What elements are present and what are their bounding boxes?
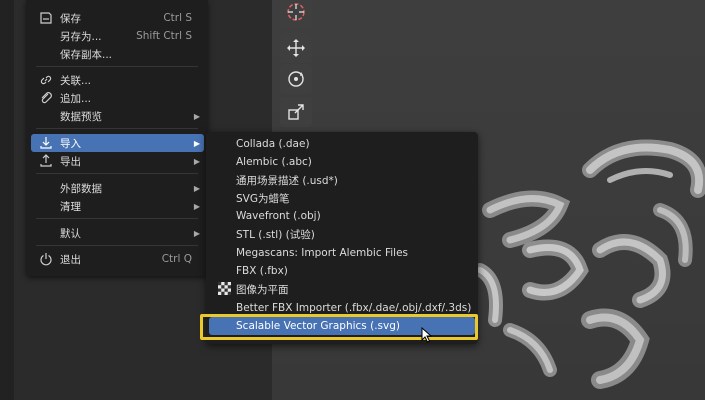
- submenu-arrow-icon: ▶: [193, 138, 200, 148]
- menu-item-label: 导出: [60, 155, 81, 168]
- import-alembic[interactable]: Alembic (.abc): [209, 153, 475, 171]
- checker-image-icon: [218, 282, 231, 295]
- menu-item-save-as[interactable]: 另存为... Shift Ctrl S: [31, 27, 204, 45]
- menu-item-label: 保存: [60, 12, 81, 25]
- menu-item-save-copy[interactable]: 保存副本...: [31, 45, 204, 63]
- power-icon: [36, 252, 56, 266]
- submenu-item-label: Alembic (.abc): [236, 156, 312, 168]
- import-stl[interactable]: STL (.stl) (试验): [209, 225, 475, 243]
- import-wavefront[interactable]: Wavefront (.obj): [209, 207, 475, 225]
- menu-separator: [36, 173, 198, 174]
- submenu-arrow-icon: ▶: [193, 183, 200, 193]
- submenu-item-label: Megascans: Import Alembic Files: [236, 247, 409, 259]
- submenu-arrow-icon: ▶: [193, 111, 200, 121]
- highlight-annotation-box: [200, 314, 478, 340]
- menu-item-label: 外部数据: [60, 182, 102, 195]
- left-edge-strip: [0, 0, 14, 400]
- menu-item-label: 导入: [60, 137, 81, 150]
- submenu-item-label: STL (.stl) (试验): [236, 228, 315, 241]
- menu-item-quit[interactable]: 退出 Ctrl Q: [31, 250, 204, 268]
- move-tool-button[interactable]: [280, 33, 312, 63]
- rotate-tool-button[interactable]: [280, 64, 312, 94]
- submenu-item-label: 通用场景描述 (.usd*): [236, 174, 338, 187]
- import-images-as-planes[interactable]: 图像为平面: [209, 280, 475, 298]
- save-icon: [36, 11, 56, 25]
- menu-item-shortcut: Ctrl Q: [161, 253, 192, 265]
- scale-tool-button[interactable]: [280, 97, 312, 127]
- cursor-tool-button[interactable]: [280, 0, 312, 27]
- submenu-arrow-icon: ▶: [193, 156, 200, 166]
- menu-separator: [36, 245, 198, 246]
- menu-item-label: 另存为...: [60, 30, 102, 43]
- export-icon: [36, 154, 56, 168]
- import-icon: [36, 136, 56, 150]
- menu-item-link[interactable]: 关联...: [31, 71, 204, 89]
- submenu-item-label: SVG为蜡笔: [236, 192, 290, 205]
- menu-item-label: 保存副本...: [60, 48, 113, 61]
- menu-item-defaults[interactable]: 默认 ▶: [31, 224, 204, 242]
- menu-item-label: 默认: [60, 227, 81, 240]
- file-menu: 保存 Ctrl S 另存为... Shift Ctrl S 保存副本... 关联…: [26, 0, 208, 276]
- rotate-icon: [288, 71, 304, 87]
- scale-icon: [288, 104, 304, 120]
- menu-item-append[interactable]: 追加...: [31, 89, 204, 107]
- submenu-item-label: Collada (.dae): [236, 138, 310, 150]
- mouse-cursor-icon: [421, 327, 433, 343]
- submenu-item-label: FBX (.fbx): [236, 265, 288, 277]
- menu-item-external-data[interactable]: 外部数据 ▶: [31, 179, 204, 197]
- link-icon: [36, 73, 56, 87]
- import-usd[interactable]: 通用场景描述 (.usd*): [209, 171, 475, 189]
- move-icon: [287, 39, 305, 57]
- menu-item-clean-up[interactable]: 清理 ▶: [31, 197, 204, 215]
- append-icon: [36, 91, 56, 105]
- 3d-model-shapes: [473, 139, 705, 389]
- import-fbx[interactable]: FBX (.fbx): [209, 262, 475, 280]
- menu-item-import[interactable]: 导入 ▶: [31, 134, 204, 152]
- menu-item-data-preview[interactable]: 数据预览 ▶: [31, 107, 204, 125]
- menu-item-label: 关联...: [60, 74, 92, 87]
- submenu-item-label: Better FBX Importer (.fbx/.dae/.obj/.dxf…: [236, 302, 472, 314]
- submenu-arrow-icon: ▶: [193, 228, 200, 238]
- menu-item-label: 追加...: [60, 92, 92, 105]
- submenu-arrow-icon: ▶: [193, 201, 200, 211]
- menu-separator: [36, 218, 198, 219]
- menu-item-label: 数据预览: [60, 110, 102, 123]
- submenu-item-label: 图像为平面: [236, 283, 289, 296]
- import-megascans-alembic[interactable]: Megascans: Import Alembic Files: [209, 244, 475, 262]
- menu-item-shortcut: Ctrl S: [163, 12, 192, 24]
- menu-item-save[interactable]: 保存 Ctrl S: [31, 9, 204, 27]
- cursor-target-icon: [287, 3, 305, 21]
- menu-separator: [36, 128, 198, 129]
- import-svg-grease-pencil[interactable]: SVG为蜡笔: [209, 189, 475, 207]
- menu-separator: [36, 66, 198, 67]
- menu-item-shortcut: Shift Ctrl S: [136, 30, 192, 42]
- import-collada[interactable]: Collada (.dae): [209, 135, 475, 153]
- import-submenu: Collada (.dae) Alembic (.abc) 通用场景描述 (.u…: [206, 132, 478, 344]
- menu-item-label: 退出: [60, 253, 81, 266]
- menu-item-label: 清理: [60, 200, 81, 213]
- viewport-toolbar: [278, 0, 316, 130]
- menu-item-export[interactable]: 导出 ▶: [31, 152, 204, 170]
- submenu-item-label: Wavefront (.obj): [236, 210, 321, 222]
